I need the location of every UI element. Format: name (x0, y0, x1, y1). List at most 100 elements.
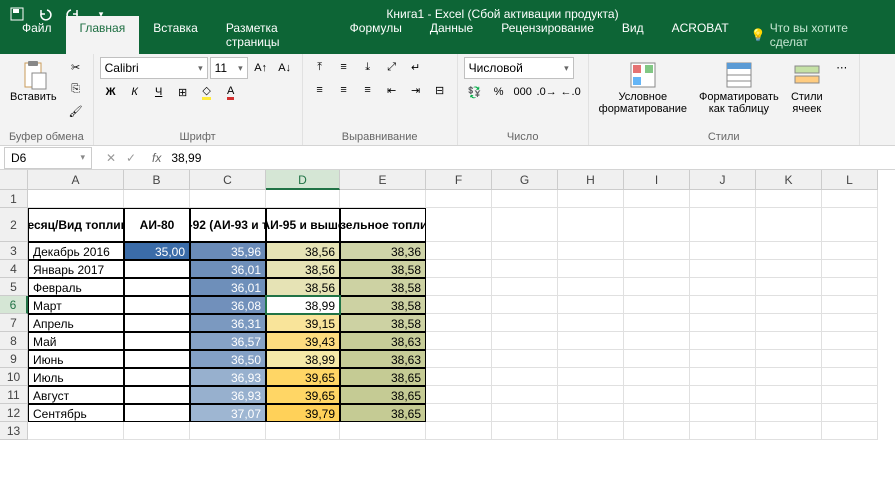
cell-D9[interactable]: 38,99 (266, 350, 340, 368)
fill-color-icon[interactable]: ◇ (196, 82, 218, 102)
cell-C12[interactable]: 37,07 (190, 404, 266, 422)
cell-D6[interactable]: 38,99 (266, 296, 340, 314)
cell-J9[interactable] (690, 350, 756, 368)
row-header-5[interactable]: 5 (0, 278, 28, 296)
cell-E10[interactable]: 38,65 (340, 368, 426, 386)
cell-L5[interactable] (822, 278, 878, 296)
cell-B10[interactable] (124, 368, 190, 386)
cell-A13[interactable] (28, 422, 124, 440)
cell-G5[interactable] (492, 278, 558, 296)
cell-H11[interactable] (558, 386, 624, 404)
cell-B4[interactable] (124, 260, 190, 278)
cell-G9[interactable] (492, 350, 558, 368)
cell-J12[interactable] (690, 404, 756, 422)
cell-K5[interactable] (756, 278, 822, 296)
merge-icon[interactable]: ⊟ (429, 80, 451, 100)
row-header-2[interactable]: 2 (0, 208, 28, 242)
cell-E13[interactable] (340, 422, 426, 440)
cell-K4[interactable] (756, 260, 822, 278)
cell-G10[interactable] (492, 368, 558, 386)
cell-A3[interactable]: Декабрь 2016 (28, 242, 124, 260)
cell-A7[interactable]: Апрель (28, 314, 124, 332)
cell-D2[interactable]: АИ-95 и выше (266, 208, 340, 242)
cell-A5[interactable]: Февраль (28, 278, 124, 296)
cell-B1[interactable] (124, 190, 190, 208)
cell-F7[interactable] (426, 314, 492, 332)
col-header-B[interactable]: B (124, 170, 190, 190)
font-color-icon[interactable]: A (220, 82, 242, 102)
align-top-icon[interactable]: ⤒ (309, 57, 331, 77)
shrink-font-icon[interactable]: A↓ (274, 58, 296, 78)
cell-I5[interactable] (624, 278, 690, 296)
select-all-corner[interactable] (0, 170, 28, 190)
cell-I11[interactable] (624, 386, 690, 404)
cell-J1[interactable] (690, 190, 756, 208)
cell-L7[interactable] (822, 314, 878, 332)
cell-E2[interactable]: Дизельное топливо (340, 208, 426, 242)
cell-C4[interactable]: 36,01 (190, 260, 266, 278)
cell-K9[interactable] (756, 350, 822, 368)
align-center-icon[interactable]: ≡ (333, 80, 355, 100)
enter-icon[interactable]: ✓ (122, 151, 140, 165)
cell-K7[interactable] (756, 314, 822, 332)
cell-G2[interactable] (492, 208, 558, 242)
cell-A12[interactable]: Сентябрь (28, 404, 124, 422)
cell-I1[interactable] (624, 190, 690, 208)
cell-K3[interactable] (756, 242, 822, 260)
cut-icon[interactable]: ✂ (65, 57, 87, 77)
cell-F2[interactable] (426, 208, 492, 242)
paste-button[interactable]: Вставить (6, 57, 61, 105)
copy-icon[interactable]: ⎘ (65, 79, 87, 99)
cell-K12[interactable] (756, 404, 822, 422)
cell-G6[interactable] (492, 296, 558, 314)
row-header-1[interactable]: 1 (0, 190, 28, 208)
col-header-J[interactable]: J (690, 170, 756, 190)
cell-L6[interactable] (822, 296, 878, 314)
tab-вид[interactable]: Вид (608, 16, 658, 54)
fx-icon[interactable]: fx (146, 151, 167, 165)
tab-разметка страницы[interactable]: Разметка страницы (212, 16, 336, 54)
cell-I10[interactable] (624, 368, 690, 386)
cell-F9[interactable] (426, 350, 492, 368)
cell-J13[interactable] (690, 422, 756, 440)
cell-D8[interactable]: 39,43 (266, 332, 340, 350)
cell-H5[interactable] (558, 278, 624, 296)
cell-J10[interactable] (690, 368, 756, 386)
bold-button[interactable]: Ж (100, 82, 122, 102)
cell-F12[interactable] (426, 404, 492, 422)
styles-more-icon[interactable]: ⋯ (831, 57, 853, 77)
cell-E8[interactable]: 38,63 (340, 332, 426, 350)
align-bottom-icon[interactable]: ⤓ (357, 57, 379, 77)
align-middle-icon[interactable]: ≡ (333, 57, 355, 77)
cell-F8[interactable] (426, 332, 492, 350)
cell-H4[interactable] (558, 260, 624, 278)
font-name-combo[interactable]: Calibri▾ (100, 57, 208, 79)
cell-E6[interactable]: 38,58 (340, 296, 426, 314)
cell-F11[interactable] (426, 386, 492, 404)
cell-D12[interactable]: 39,79 (266, 404, 340, 422)
col-header-D[interactable]: D (266, 170, 340, 190)
cell-I6[interactable] (624, 296, 690, 314)
cell-B2[interactable]: АИ-80 (124, 208, 190, 242)
cell-L3[interactable] (822, 242, 878, 260)
tab-рецензирование[interactable]: Рецензирование (487, 16, 608, 54)
percent-icon[interactable]: % (488, 82, 510, 102)
cell-F5[interactable] (426, 278, 492, 296)
cell-C7[interactable]: 36,31 (190, 314, 266, 332)
cell-C5[interactable]: 36,01 (190, 278, 266, 296)
tab-формулы[interactable]: Формулы (336, 16, 416, 54)
comma-icon[interactable]: 000 (512, 82, 534, 102)
cell-E12[interactable]: 38,65 (340, 404, 426, 422)
cell-E7[interactable]: 38,58 (340, 314, 426, 332)
cell-H2[interactable] (558, 208, 624, 242)
cell-F6[interactable] (426, 296, 492, 314)
cell-G13[interactable] (492, 422, 558, 440)
dec-decimal-icon[interactable]: ←.0 (560, 82, 582, 102)
row-header-3[interactable]: 3 (0, 242, 28, 260)
col-header-G[interactable]: G (492, 170, 558, 190)
cell-C10[interactable]: 36,93 (190, 368, 266, 386)
cell-G11[interactable] (492, 386, 558, 404)
cell-F4[interactable] (426, 260, 492, 278)
row-header-12[interactable]: 12 (0, 404, 28, 422)
cell-J5[interactable] (690, 278, 756, 296)
